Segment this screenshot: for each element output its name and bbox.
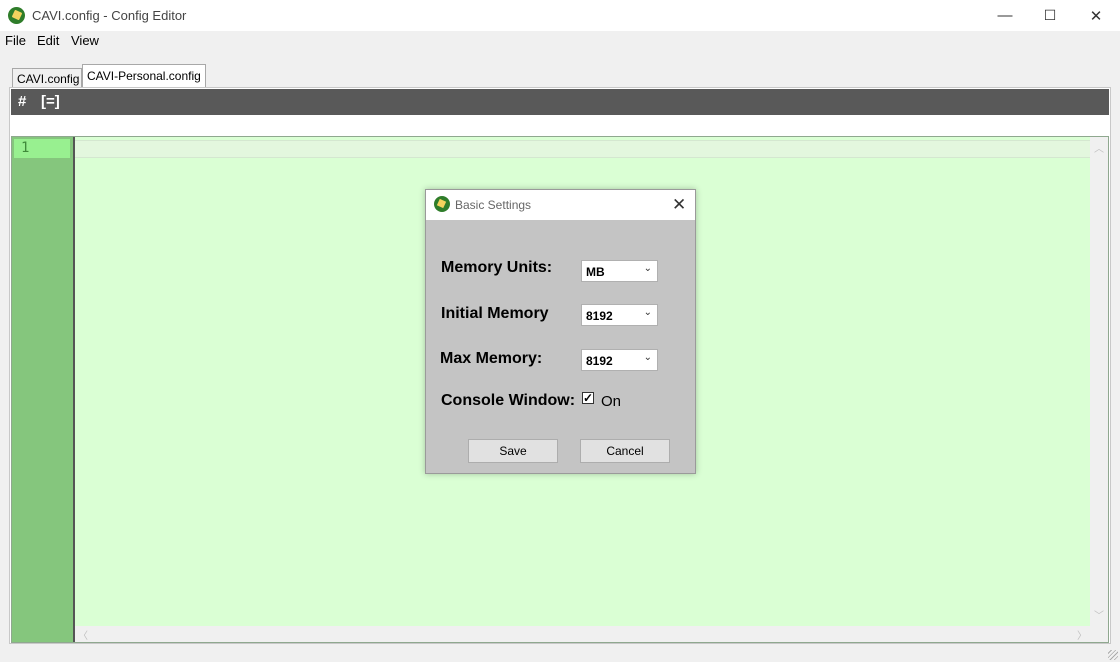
menu-bar: File Edit View [0, 31, 1120, 51]
editor-toolbar: # [=] [11, 89, 1109, 115]
menu-edit[interactable]: Edit [37, 33, 59, 48]
menu-view[interactable]: View [71, 33, 99, 48]
chevron-down-icon: ⌄ [643, 263, 652, 274]
hash-toolbar-button[interactable]: # [18, 93, 26, 110]
chevron-down-icon: ⌄ [643, 307, 652, 318]
memory-units-value: MB [586, 265, 605, 279]
console-window-option-label: On [601, 393, 622, 410]
tab-cavi-config[interactable]: CAVI.config [12, 68, 82, 88]
scroll-left-icon[interactable]: 〈 [78, 627, 88, 642]
horizontal-scrollbar[interactable]: 〈 〉 [75, 626, 1090, 642]
console-window-checkbox[interactable]: ✓ [582, 392, 594, 404]
format-toolbar-button[interactable]: [=] [41, 93, 60, 110]
minimize-button[interactable]: — [982, 0, 1028, 31]
dialog-close-icon[interactable]: ✕ [672, 195, 686, 215]
memory-units-label: Memory Units: [441, 259, 553, 276]
menu-file[interactable]: File [5, 33, 26, 48]
scroll-down-icon[interactable]: ﹀ [1094, 607, 1104, 622]
current-line-highlight [75, 140, 1090, 158]
window-title: CAVI.config - Config Editor [32, 8, 187, 23]
max-memory-value: 8192 [586, 354, 613, 368]
dialog-title-bar: Basic Settings ✕ [426, 190, 695, 220]
dialog-title: Basic Settings [455, 198, 532, 212]
line-number-gutter: 1 [12, 137, 75, 642]
vertical-scrollbar[interactable]: ︿ ﹀ [1090, 137, 1108, 642]
close-button[interactable]: ✕ [1073, 0, 1119, 31]
cancel-button[interactable]: Cancel [580, 439, 670, 463]
max-memory-select[interactable]: 8192 ⌄ [581, 349, 658, 371]
line-number-cell: 1 [14, 139, 70, 158]
tab-strip: CAVI.config CAVI-Personal.config [0, 62, 1120, 90]
initial-memory-select[interactable]: 8192 ⌄ [581, 304, 658, 326]
app-logo-icon [434, 196, 450, 212]
title-bar: CAVI.config - Config Editor — ☐ ✕ [0, 0, 1120, 31]
app-logo-icon [8, 7, 25, 24]
basic-settings-dialog: Basic Settings ✕ Memory Units: MB ⌄ Init… [425, 189, 696, 474]
max-memory-label: Max Memory: [440, 350, 543, 367]
scroll-up-icon[interactable]: ︿ [1094, 140, 1104, 155]
scroll-right-icon[interactable]: 〉 [1077, 627, 1087, 642]
maximize-button[interactable]: ☐ [1027, 0, 1073, 31]
memory-units-select[interactable]: MB ⌄ [581, 260, 658, 282]
line-number: 1 [21, 140, 30, 156]
save-button[interactable]: Save [468, 439, 558, 463]
resize-grip-icon[interactable] [1108, 650, 1118, 660]
initial-memory-value: 8192 [586, 309, 613, 323]
initial-memory-label: Initial Memory [441, 305, 549, 322]
chevron-down-icon: ⌄ [643, 352, 652, 363]
console-window-label: Console Window: [441, 392, 576, 409]
